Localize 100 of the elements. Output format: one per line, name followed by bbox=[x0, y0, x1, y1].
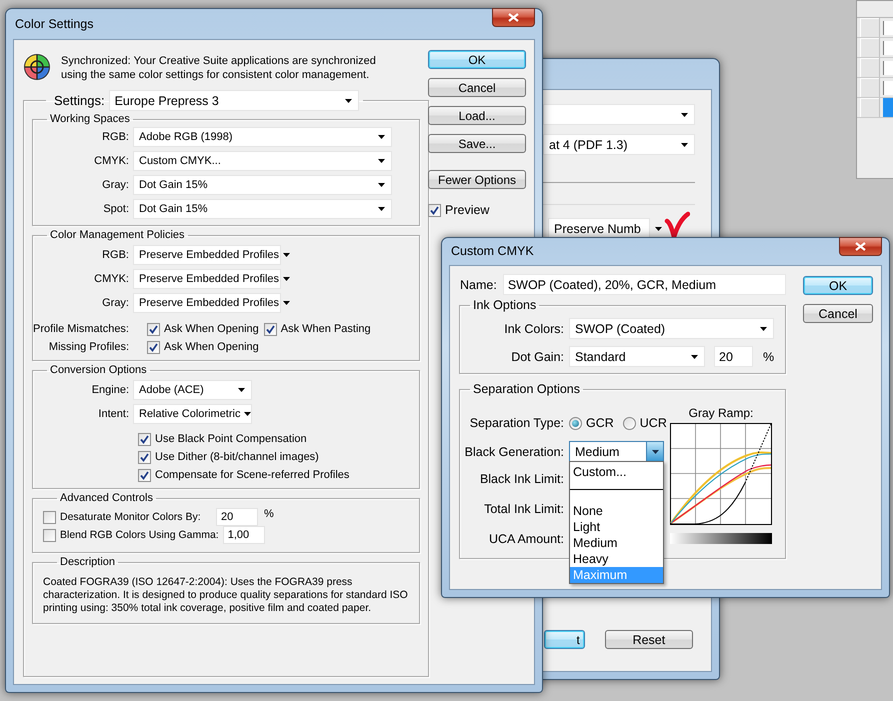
field-label: Black Generation: bbox=[464, 444, 564, 458]
radio-label: UCR bbox=[640, 416, 667, 430]
layer-row[interactable] bbox=[857, 78, 893, 98]
button[interactable]: Fewer Options bbox=[428, 170, 526, 189]
caret-icon bbox=[654, 226, 662, 230]
checkbox[interactable] bbox=[43, 510, 56, 524]
input-field[interactable]: SWOP (Coated), 20%, GCR, Medium bbox=[502, 274, 786, 295]
caret-icon bbox=[244, 412, 252, 416]
radio-button[interactable] bbox=[569, 416, 582, 430]
dropdown[interactable]: Adobe RGB (1998) bbox=[133, 127, 392, 147]
unit-label: % bbox=[763, 350, 774, 364]
dropdown[interactable]: Relative Colorimetric bbox=[133, 404, 252, 424]
layer-thumbnail bbox=[883, 98, 893, 117]
caret-icon bbox=[681, 112, 688, 116]
dropdown[interactable]: Dot Gain 15% bbox=[133, 175, 392, 195]
visibility-box[interactable] bbox=[860, 18, 880, 37]
checkbox[interactable] bbox=[264, 322, 277, 336]
layer-row[interactable] bbox=[857, 18, 893, 38]
check-icon bbox=[430, 206, 439, 214]
input-field[interactable]: 20 bbox=[714, 346, 753, 367]
caret-icon bbox=[283, 277, 290, 281]
visibility-box[interactable] bbox=[860, 98, 880, 117]
layer-thumbnail bbox=[883, 41, 893, 55]
checkbox-label: Desaturate Monitor Colors By: bbox=[60, 511, 202, 523]
button[interactable]: OK bbox=[428, 50, 526, 69]
caret-icon bbox=[238, 388, 245, 392]
group-title: Ink Options bbox=[472, 298, 538, 312]
caret-icon bbox=[344, 98, 352, 102]
checkbox[interactable] bbox=[147, 322, 160, 336]
button[interactable]: OK bbox=[803, 276, 873, 295]
list-item[interactable]: Medium bbox=[570, 535, 663, 551]
close-button[interactable] bbox=[839, 237, 882, 256]
field-label: Gray: bbox=[101, 297, 129, 309]
button[interactable]: t bbox=[544, 630, 585, 649]
dropdown[interactable]: Europe Prepress 3 bbox=[108, 90, 359, 111]
caret-icon bbox=[283, 253, 290, 257]
list-item[interactable]: None bbox=[570, 503, 663, 519]
layer-thumbnail bbox=[883, 21, 893, 35]
checkbox-label: Ask When Opening bbox=[164, 341, 259, 353]
caret-icon bbox=[378, 183, 385, 187]
caret-icon bbox=[760, 326, 767, 330]
checkbox-label: Ask When Pasting bbox=[280, 323, 371, 335]
button[interactable]: Load... bbox=[428, 106, 526, 125]
checkbox[interactable] bbox=[138, 432, 151, 446]
close-icon bbox=[508, 13, 519, 22]
caret-icon bbox=[378, 207, 385, 211]
group-title: Working Spaces bbox=[49, 113, 131, 125]
dropdown[interactable]: Medium bbox=[569, 441, 664, 462]
list-item[interactable]: Heavy bbox=[570, 551, 663, 567]
radio-button[interactable] bbox=[622, 416, 636, 430]
layer-thumbnail bbox=[883, 61, 893, 75]
chart-title: Gray Ramp: bbox=[688, 406, 754, 422]
dropdown[interactable]: at 4 (PDF 1.3) bbox=[543, 134, 695, 155]
checkbox[interactable] bbox=[147, 340, 160, 354]
settings-label: Settings: bbox=[54, 93, 105, 108]
layer-row[interactable] bbox=[857, 98, 893, 118]
field-label: CMYK: bbox=[93, 155, 129, 167]
check-mark-icon bbox=[664, 211, 690, 239]
field-label: Intent: bbox=[97, 408, 129, 420]
dropdown[interactable]: SWOP (Coated) bbox=[569, 318, 774, 339]
field-label: Missing Profiles: bbox=[48, 341, 129, 353]
caret-icon bbox=[691, 354, 698, 358]
dropdown-arrow-button[interactable] bbox=[646, 442, 663, 461]
checkbox-label: Use Black Point Compensation bbox=[155, 433, 307, 445]
input-field[interactable]: 20 bbox=[216, 508, 258, 526]
list-item[interactable]: Light bbox=[570, 519, 663, 535]
checkbox[interactable] bbox=[428, 204, 441, 216]
visibility-box[interactable] bbox=[860, 38, 880, 57]
field-label: Engine: bbox=[90, 384, 129, 396]
group-title: Color Management Policies bbox=[49, 229, 186, 241]
button[interactable]: Save... bbox=[428, 134, 526, 153]
dropdown[interactable]: Standard bbox=[569, 346, 705, 367]
checkbox[interactable] bbox=[138, 468, 151, 482]
caret-icon bbox=[681, 142, 688, 146]
close-button[interactable] bbox=[492, 8, 535, 27]
window-title: Custom CMYK bbox=[450, 243, 534, 258]
description-text: Coated FOGRA39 (ISO 12647-2:2004): Uses the FOGRA39 press characterization. It is designed to produce quality separations for standard ISO printing using: 350% total ink coverage, positive film and coated paper. bbox=[43, 576, 409, 615]
dropdown[interactable]: Adobe (ACE) bbox=[133, 380, 252, 400]
button[interactable]: Reset bbox=[604, 630, 693, 649]
layer-row[interactable] bbox=[857, 38, 893, 58]
checkbox-label: Blend RGB Colors Using Gamma: bbox=[60, 529, 219, 541]
button[interactable]: Cancel bbox=[803, 304, 873, 323]
field-label: Profile Mismatches: bbox=[33, 323, 129, 335]
visibility-box[interactable] bbox=[860, 58, 880, 77]
dropdown[interactable]: Dot Gain 15% bbox=[133, 199, 392, 219]
button[interactable]: Cancel bbox=[428, 78, 526, 97]
field-label: Separation Type: bbox=[468, 416, 564, 430]
dropdown[interactable]: Custom CMYK... bbox=[133, 151, 392, 171]
input-field[interactable]: 1,00 bbox=[222, 526, 265, 544]
visibility-box[interactable] bbox=[860, 78, 880, 97]
checkbox-label: Use Dither (8-bit/channel images) bbox=[155, 451, 319, 463]
group-title: Conversion Options bbox=[49, 364, 148, 376]
color-wheel-icon bbox=[23, 53, 51, 81]
checkbox[interactable] bbox=[43, 528, 56, 542]
caret-icon bbox=[378, 159, 385, 163]
layer-row[interactable] bbox=[857, 58, 893, 78]
checkbox[interactable] bbox=[138, 450, 151, 464]
list-item[interactable]: Custom... bbox=[570, 464, 663, 480]
field-label: Spot: bbox=[102, 203, 129, 215]
check-icon bbox=[266, 324, 275, 334]
